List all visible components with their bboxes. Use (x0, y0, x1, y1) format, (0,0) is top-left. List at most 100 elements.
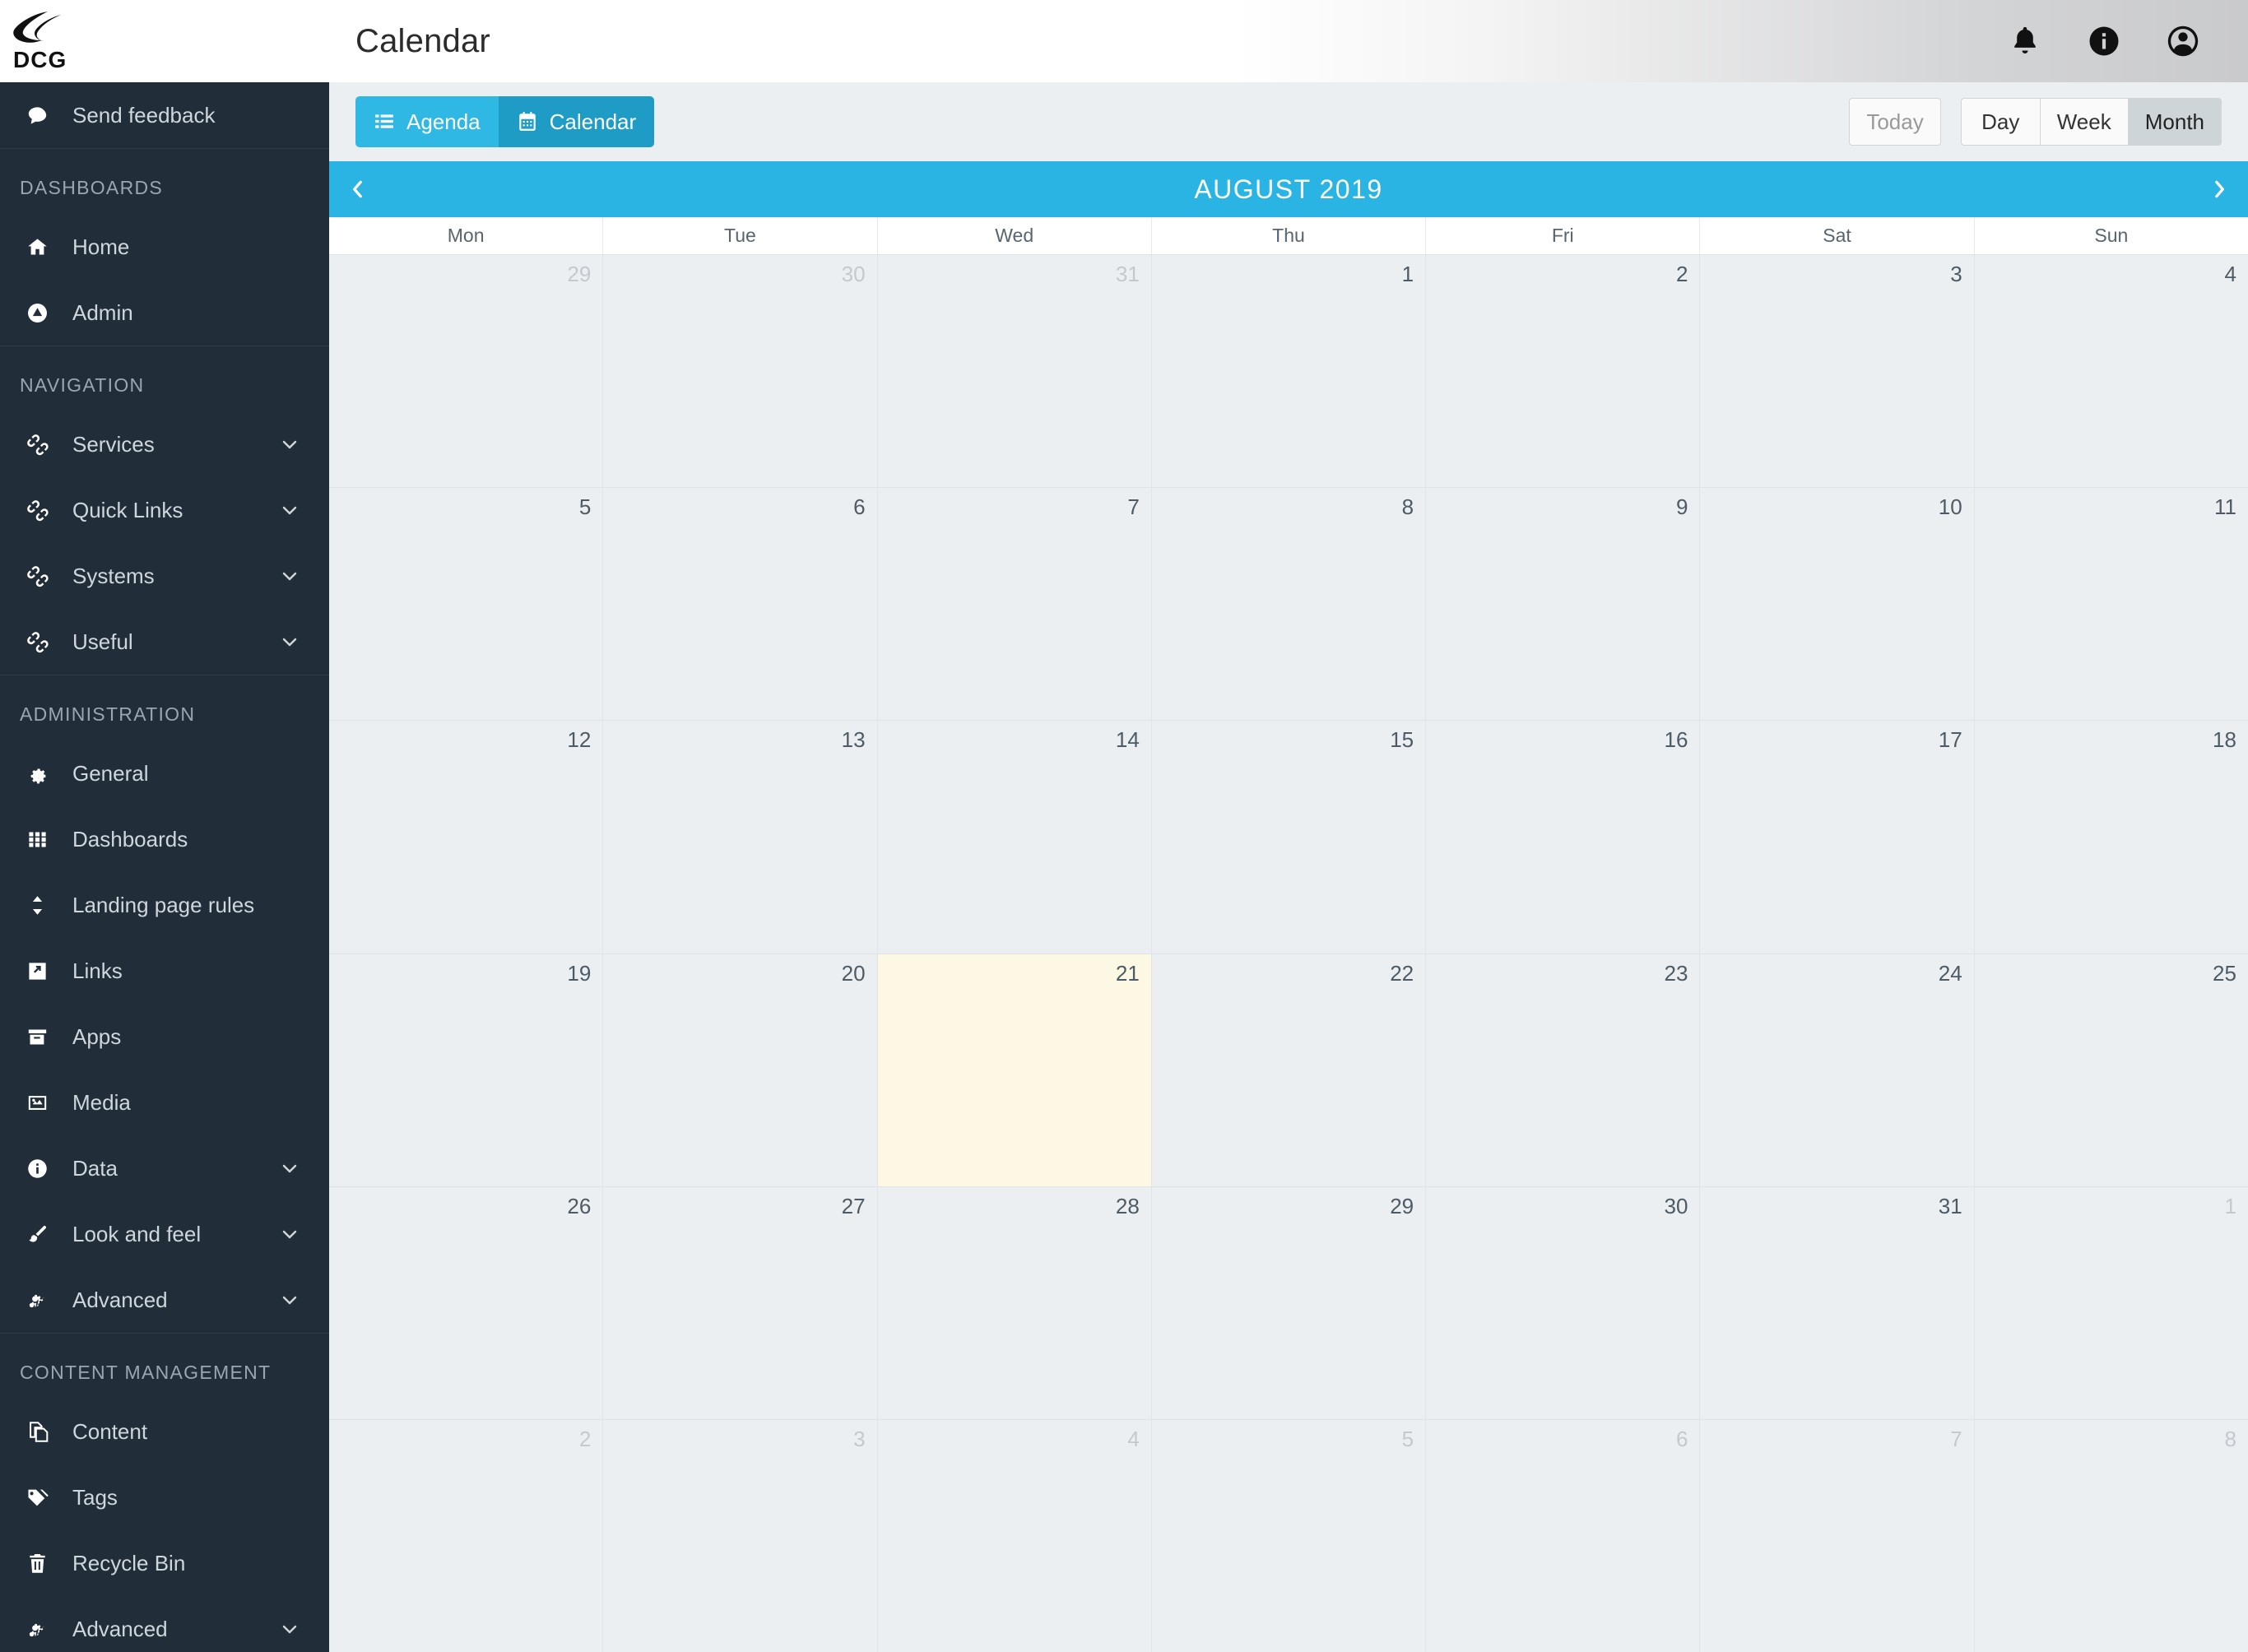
sidebar-item-admin[interactable]: Admin (0, 280, 329, 346)
sidebar-item-home[interactable]: Home (0, 214, 329, 280)
day-number: 21 (1115, 960, 1140, 986)
calendar-day-cell[interactable]: 5 (329, 488, 604, 721)
sidebar-item-data[interactable]: Data (0, 1135, 329, 1201)
sidebar-item-media[interactable]: Media (0, 1070, 329, 1135)
day-number: 8 (2224, 1426, 2236, 1451)
calendar-day-cell[interactable]: 23 (1426, 954, 1701, 1186)
calendar-day-cell[interactable]: 29 (329, 255, 604, 488)
sidebar-item-apps[interactable]: Apps (0, 1004, 329, 1070)
user-icon[interactable] (2166, 24, 2200, 58)
day-number: 12 (567, 727, 592, 753)
bell-icon[interactable] (2008, 24, 2042, 58)
calendar-day-cell[interactable]: 24 (1700, 954, 1975, 1186)
calendar-day-cell[interactable]: 7 (1700, 1419, 1975, 1652)
day-number: 29 (1390, 1193, 1414, 1218)
calendar-day-cell[interactable]: 13 (603, 721, 878, 954)
brand-logo[interactable]: DCG (0, 0, 329, 82)
calendar-day-cell[interactable]: 2 (329, 1419, 604, 1652)
calendar-day-cell[interactable]: 27 (603, 1186, 878, 1419)
info-icon[interactable] (2087, 24, 2121, 58)
calendar-day-cell[interactable]: 1 (1151, 255, 1427, 488)
calendar-day-cell[interactable]: 30 (603, 255, 878, 488)
sidebar-item-links[interactable]: Links (0, 938, 329, 1004)
prev-month-button[interactable] (329, 161, 387, 217)
calendar-view-button[interactable]: Calendar (498, 96, 655, 147)
agenda-view-button[interactable]: Agenda (355, 96, 499, 147)
sidebar-item-general[interactable]: General (0, 740, 329, 806)
day-number: 6 (1675, 1426, 1688, 1451)
sidebar-item-systems[interactable]: Systems (0, 543, 329, 609)
calendar-day-cell[interactable]: 4 (1974, 255, 2248, 488)
calendar-day-cell[interactable]: 8 (1151, 488, 1427, 721)
month-range-button[interactable]: Month (2127, 98, 2222, 146)
body: Send feedback DASHBOARDS Home Admin NAVIGAT… (0, 82, 2248, 1652)
calendar-day-cell[interactable]: 2 (1426, 255, 1701, 488)
info-circle-icon-wrap (20, 1158, 54, 1180)
next-month-button[interactable] (2190, 161, 2248, 217)
calendar-day-cell[interactable]: 20 (603, 954, 878, 1186)
calendar-day-cell[interactable]: 14 (877, 721, 1152, 954)
chevron-left-icon (353, 180, 362, 198)
link-icon (26, 499, 49, 521)
gears-icon (29, 1294, 44, 1307)
sidebar-item-dashboards[interactable]: Dashboards (0, 806, 329, 872)
sidebar-item-advanced[interactable]: Advanced (0, 1267, 329, 1333)
calendar-day-cell[interactable]: 19 (329, 954, 604, 1186)
sidebar-item-send-feedback[interactable]: Send feedback (0, 82, 329, 148)
calendar-day-cell[interactable]: 6 (1426, 1419, 1701, 1652)
calendar-day-cell[interactable]: 10 (1700, 488, 1975, 721)
calendar-day-cell[interactable]: 26 (329, 1186, 604, 1419)
brush-icon-wrap (20, 1223, 54, 1246)
calendar-day-cell-today[interactable]: 21 (877, 954, 1152, 1186)
sidebar-section-title: DASHBOARDS (20, 177, 164, 198)
calendar-day-cell[interactable]: 7 (877, 488, 1152, 721)
day-number: 22 (1390, 960, 1414, 986)
calendar-day-cell[interactable]: 5 (1151, 1419, 1427, 1652)
calendar-day-cell[interactable]: 15 (1151, 721, 1427, 954)
calendar-day-cell[interactable]: 17 (1700, 721, 1975, 954)
calendar-day-cell[interactable]: 4 (877, 1419, 1152, 1652)
day-number: 15 (1390, 727, 1414, 753)
sidebar-item-look-and-feel[interactable]: Look and feel (0, 1201, 329, 1267)
sidebar-item-useful[interactable]: Useful (0, 609, 329, 675)
calendar-day-cell[interactable]: 12 (329, 721, 604, 954)
calendar-day-cell[interactable]: 3 (1700, 255, 1975, 488)
calendar-day-cell[interactable]: 9 (1426, 488, 1701, 721)
sidebar-item-landing-page-rules[interactable]: Landing page rules (0, 872, 329, 938)
range-segment-group: Day Week Month (1960, 98, 2222, 146)
calendar-day-cell[interactable]: 6 (603, 488, 878, 721)
gears-icon-wrap (20, 1618, 54, 1640)
sidebar-item-tags[interactable]: Tags (0, 1464, 329, 1530)
calendar-day-cell[interactable]: 25 (1974, 954, 2248, 1186)
sidebar-item-advanced[interactable]: Advanced (0, 1596, 329, 1652)
month-title: AUGUST 2019 (1194, 174, 1383, 204)
day-range-button[interactable]: Day (1960, 98, 2040, 146)
sidebar-item-recycle-bin[interactable]: Recycle Bin (0, 1530, 329, 1596)
calendar-day-cell[interactable]: 18 (1974, 721, 2248, 954)
calendar-day-cell[interactable]: 3 (603, 1419, 878, 1652)
calendar-day-cell[interactable]: 29 (1151, 1186, 1427, 1419)
sidebar-item-services[interactable]: Services (0, 411, 329, 477)
day-of-week-fri: Fri (1426, 217, 1701, 254)
admin-circle-icon (27, 303, 47, 323)
link-icon-wrap (20, 631, 54, 653)
day-number: 4 (1127, 1426, 1140, 1451)
day-of-week-sun: Sun (2094, 225, 2129, 246)
day-of-week-sat: Sat (1700, 217, 1975, 254)
day-number: 31 (1938, 1193, 1962, 1218)
sidebar-item-quick-links[interactable]: Quick Links (0, 477, 329, 543)
link-icon (26, 434, 49, 455)
calendar-day-cell[interactable]: 31 (1700, 1186, 1975, 1419)
calendar-day-cell[interactable]: 11 (1974, 488, 2248, 721)
calendar-day-cell[interactable]: 28 (877, 1186, 1152, 1419)
calendar-day-cell[interactable]: 31 (877, 255, 1152, 488)
calendar-day-cell[interactable]: 22 (1151, 954, 1427, 1186)
week-range-button[interactable]: Week (2039, 98, 2128, 146)
today-button[interactable]: Today (1849, 98, 1941, 146)
sidebar-item-label: Look and feel (72, 1221, 202, 1246)
calendar-day-cell[interactable]: 8 (1974, 1419, 2248, 1652)
sidebar-item-content[interactable]: Content (0, 1399, 329, 1464)
calendar-day-cell[interactable]: 16 (1426, 721, 1701, 954)
calendar-day-cell[interactable]: 30 (1426, 1186, 1701, 1419)
calendar-day-cell[interactable]: 1 (1974, 1186, 2248, 1419)
